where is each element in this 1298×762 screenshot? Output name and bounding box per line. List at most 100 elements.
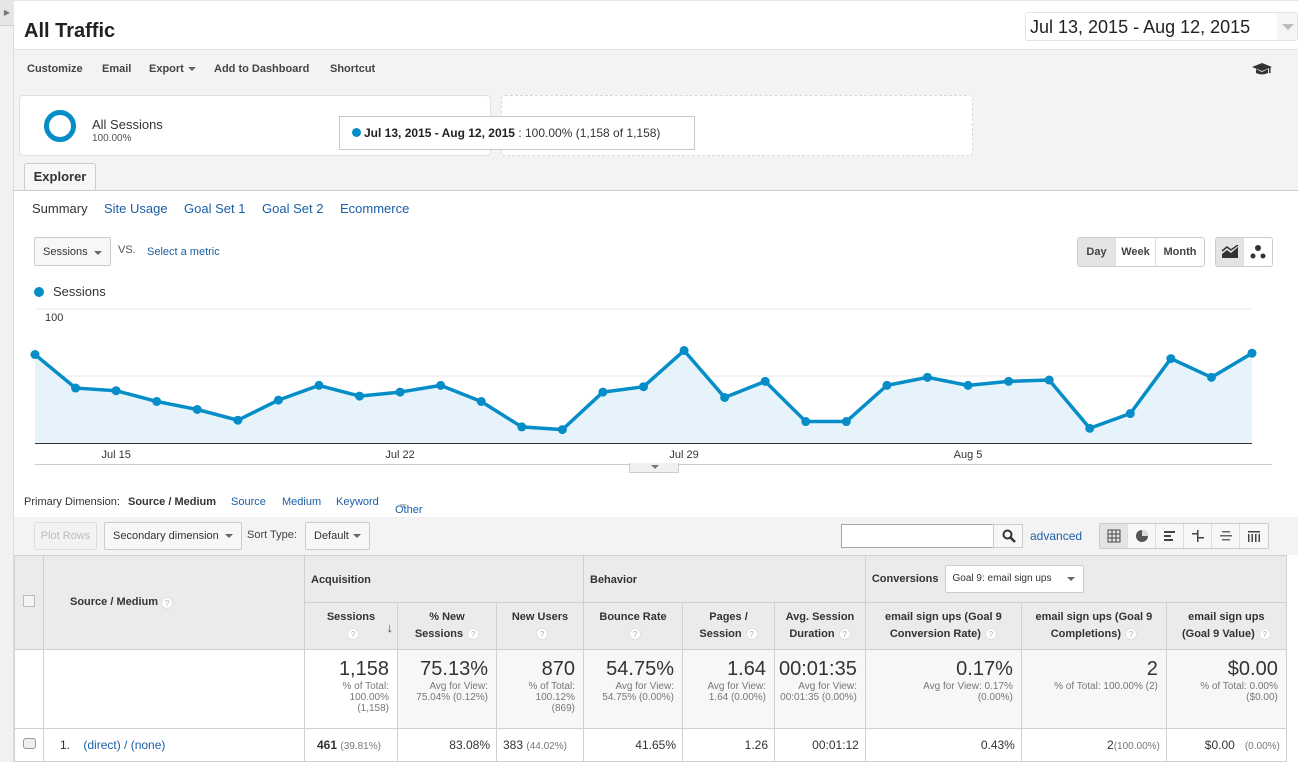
total-value: 870	[541, 658, 575, 680]
row-completions-pct: (100.00%)	[1113, 741, 1160, 752]
primary-dimension-label: Primary Dimension:	[24, 496, 120, 508]
column-header-3[interactable]: Bounce Rate?	[583, 602, 683, 650]
grid-icon	[1107, 529, 1120, 543]
help-icon[interactable]: ?	[629, 628, 641, 641]
sort-type-select[interactable]: Default	[305, 522, 370, 550]
dimension-source-medium[interactable]: Source / Medium	[128, 496, 216, 508]
column-header-8[interactable]: email sign ups (Goal 9 Value)?	[1165, 602, 1287, 650]
data-point-jul-20	[314, 380, 324, 390]
table-view-toggle	[1099, 523, 1269, 549]
view-term-cloud-button[interactable]	[1212, 524, 1240, 548]
dimension-source[interactable]: Source	[231, 496, 266, 508]
subtab-site-usage[interactable]: Site Usage	[104, 201, 168, 216]
total-value: 0.17%	[956, 658, 1013, 680]
data-point-jul-13	[30, 350, 40, 360]
subtab-goal-set-2[interactable]: Goal Set 2	[262, 201, 323, 216]
chart-panel: Sessions VS. Select a metric Day Week Mo…	[14, 226, 1298, 488]
data-point-aug-10	[1166, 354, 1176, 364]
row-pages: 1.26	[682, 728, 775, 762]
column-header-line1: Bounce Rate	[599, 611, 667, 623]
shortcut-button[interactable]: Shortcut	[330, 63, 375, 75]
secondary-dimension-select[interactable]: Secondary dimension	[104, 522, 242, 550]
total-subtext: ($0.00)	[1246, 692, 1278, 703]
column-header-4[interactable]: Pages / Session?	[682, 602, 775, 650]
report-toolbar: Customize Email Export Add to Dashboard …	[14, 50, 1298, 90]
data-point-jul-30	[720, 392, 730, 402]
row-bounce: 41.65%	[583, 728, 683, 762]
subtab-ecommerce[interactable]: Ecommerce	[340, 201, 409, 216]
column-header-2[interactable]: New Users?	[496, 602, 584, 650]
email-button[interactable]: Email	[102, 63, 131, 75]
dimension-header[interactable]: Source / Medium ?	[43, 555, 305, 650]
row-dimension-cell: 1. (direct) / (none)	[43, 728, 305, 762]
total-subtext: 54.75% (0.00%)	[602, 692, 674, 703]
total-subtext: Avg for View:	[798, 681, 857, 692]
date-range-text: Jul 13, 2015 - Aug 12, 2015	[1030, 17, 1251, 37]
subtab-goal-set-1[interactable]: Goal Set 1	[184, 201, 245, 216]
row-dimension-link[interactable]: (direct) / (none)	[83, 738, 165, 752]
table-search-input[interactable]	[841, 524, 994, 548]
row-goal-value: $0.00 (0.00%)	[1165, 728, 1287, 762]
row-checkbox[interactable]	[22, 738, 36, 749]
data-point-aug-4	[922, 372, 932, 382]
data-point-jul-24	[476, 396, 486, 406]
total-value: 00:01:35	[779, 658, 857, 680]
goal-select[interactable]: Goal 9: email sign ups	[944, 565, 1084, 593]
view-pivot-button[interactable]	[1240, 524, 1268, 548]
subtab-summary[interactable]: Summary	[32, 201, 88, 216]
help-icon[interactable]: ?	[1258, 628, 1271, 641]
column-header-1[interactable]: % New Sessions?	[397, 602, 497, 650]
row-goal-value-pct: (0.00%)	[1244, 741, 1280, 752]
total-subtext: Avg for View: 0.17%	[923, 681, 1013, 692]
column-header-7[interactable]: email sign ups (Goal 9 Completions)?	[1020, 602, 1167, 650]
secondary-dimension-label: Secondary dimension	[113, 530, 219, 542]
data-point-jul-25	[517, 422, 527, 432]
add-to-dashboard-button[interactable]: Add to Dashboard	[214, 63, 309, 75]
graduation-cap-icon[interactable]	[1252, 61, 1272, 77]
column-header-0[interactable]: Sessions? ↓	[304, 602, 398, 650]
collapse-chart-handle[interactable]	[629, 463, 679, 473]
row-new-users-pct: (44.02%)	[526, 741, 567, 752]
help-icon[interactable]: ?	[347, 628, 359, 641]
view-comparison-button[interactable]	[1184, 524, 1212, 548]
tab-bar: Explorer	[14, 162, 1298, 192]
help-icon[interactable]: ?	[161, 596, 174, 609]
customize-button[interactable]: Customize	[27, 63, 83, 75]
tab-explorer[interactable]: Explorer	[24, 163, 96, 192]
help-icon[interactable]: ?	[984, 628, 997, 641]
column-header-6[interactable]: email sign ups (Goal 9 Conversion Rate)?	[864, 602, 1022, 650]
expand-sidebar-button[interactable]: ▶	[0, 0, 14, 26]
help-icon[interactable]: ?	[1125, 628, 1137, 641]
total-subtext: % of Total: 0.00%	[1200, 681, 1278, 692]
dimension-medium[interactable]: Medium	[282, 496, 321, 508]
column-header-line1: Pages /	[709, 611, 748, 623]
advanced-filter-link[interactable]: advanced	[1030, 529, 1082, 543]
help-icon[interactable]: ?	[838, 628, 851, 641]
search-button[interactable]	[993, 524, 1023, 548]
row-duration: 00:01:12	[774, 728, 866, 762]
column-header-5[interactable]: Avg. Session Duration?	[774, 602, 866, 650]
data-point-jul-21	[355, 391, 365, 401]
pivot-icon	[1248, 531, 1260, 542]
select-all-checkbox[interactable]	[23, 595, 35, 607]
data-point-jul-29	[679, 346, 689, 356]
behavior-group-header: Behavior	[583, 555, 866, 603]
view-pie-button[interactable]	[1128, 524, 1156, 548]
view-data-table-button[interactable]	[1100, 524, 1128, 548]
export-button[interactable]: Export	[149, 63, 196, 75]
view-performance-button[interactable]	[1156, 524, 1184, 548]
data-point-jul-16	[152, 396, 162, 406]
x-tick-label: Aug 5	[954, 449, 983, 461]
help-icon[interactable]: ?	[467, 628, 480, 641]
total-subtext: Avg for View:	[707, 681, 766, 692]
date-range-picker[interactable]: Jul 13, 2015 - Aug 12, 2015	[1025, 12, 1298, 41]
column-header-line2: Session	[699, 628, 742, 640]
help-icon[interactable]: ?	[536, 628, 548, 641]
dimension-header-label: Source / Medium	[70, 596, 159, 609]
plot-rows-button[interactable]: Plot Rows	[34, 522, 97, 550]
table-row[interactable]: 1. (direct) / (none) 461 (39.81%) 83.08%…	[14, 728, 1287, 762]
help-icon[interactable]: ?	[745, 628, 758, 641]
tooltip-range: Jul 13, 2015 - Aug 12, 2015	[364, 126, 515, 140]
series-dot-icon	[352, 128, 361, 137]
dimension-keyword[interactable]: Keyword	[336, 496, 379, 508]
